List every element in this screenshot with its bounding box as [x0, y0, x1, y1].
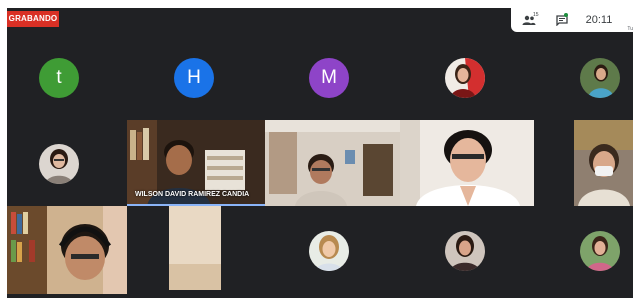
headphones-video: [7, 206, 127, 294]
avatar-photo-blonde[interactable]: [309, 231, 349, 271]
recording-badge: GRABANDO: [7, 11, 59, 27]
room-video: [265, 120, 400, 206]
participants-button[interactable]: 15: [511, 8, 547, 32]
video-tile-partial[interactable]: [169, 206, 221, 290]
self-tab-label: Tu: [627, 26, 633, 32]
avatar-h[interactable]: H: [174, 58, 214, 98]
meeting-stage: GRABANDO 15 20:11 Tu t H M WILSON DAVID …: [7, 8, 633, 298]
portrait-image: [580, 58, 620, 98]
clock-time: 20:11: [585, 14, 613, 26]
portrait-image: [445, 231, 485, 271]
video-tile-active-speaker[interactable]: WILSON DAVID RAMIREZ CANDIA: [127, 120, 265, 206]
closeup-video: [400, 120, 534, 206]
top-right-toolbar: 15 20:11 Tu: [511, 8, 633, 32]
avatar-letter: M: [321, 67, 337, 88]
avatar-t[interactable]: t: [39, 58, 79, 98]
video-tile-man-headphones[interactable]: [7, 206, 127, 294]
avatar-letter: H: [187, 67, 201, 88]
avatar-m[interactable]: M: [309, 58, 349, 98]
video-tile-woman-closeup[interactable]: [400, 120, 534, 206]
avatar-photo-woman-outdoor[interactable]: [580, 58, 620, 98]
portrait-image: [309, 231, 349, 271]
portrait-image: [445, 58, 485, 98]
video-tile-room[interactable]: [265, 120, 400, 206]
partial-video: [169, 206, 221, 290]
avatar-photo-woman-dark[interactable]: [445, 231, 485, 271]
avatar-letter: t: [56, 67, 62, 88]
participant-count: 15: [533, 12, 539, 18]
portrait-image: [39, 144, 79, 184]
mask-video: [574, 120, 633, 206]
avatar-photo-woman-red[interactable]: [445, 58, 485, 98]
video-tile-woman-mask[interactable]: [574, 120, 633, 206]
avatar-photo-woman-green[interactable]: [580, 231, 620, 271]
speaker-name-tag: WILSON DAVID RAMIREZ CANDIA: [135, 191, 250, 198]
chat-button[interactable]: [547, 8, 577, 32]
avatar-photo-woman-glasses[interactable]: [39, 144, 79, 184]
portrait-image: [580, 231, 620, 271]
chat-unread-dot: [564, 13, 568, 17]
